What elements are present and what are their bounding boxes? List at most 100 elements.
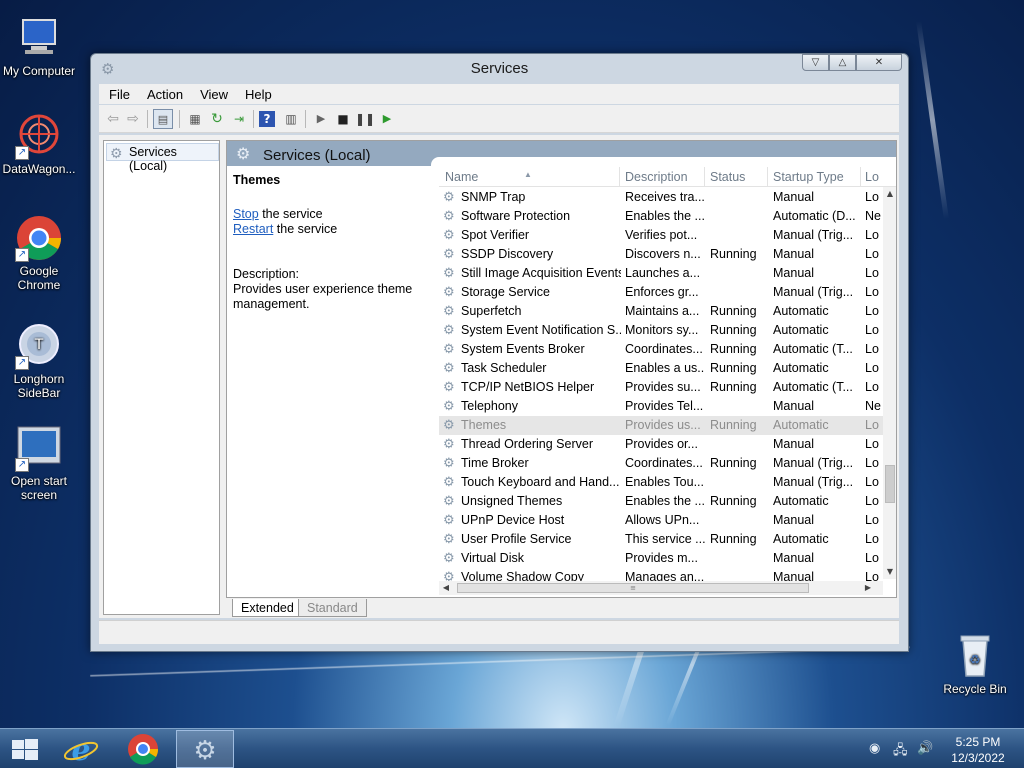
- table-row[interactable]: ⚙ System Events Broker Coordinates... Runni…: [439, 340, 883, 359]
- desktop-icon-chrome[interactable]: ↗ Google Chrome: [0, 214, 78, 292]
- minimize-button[interactable]: ▽: [802, 54, 829, 71]
- table-row[interactable]: ⚙ Task Scheduler Enables a us... Running Aut…: [439, 359, 883, 378]
- service-name-cell: User Profile Service: [461, 532, 572, 546]
- taskbar-internet-explorer[interactable]: e: [52, 730, 110, 768]
- volume-icon[interactable]: 🔊: [917, 741, 933, 756]
- service-name-cell: Still Image Acquisition Events: [461, 266, 621, 280]
- desktop-icon-open-start-screen[interactable]: ↗ Open start screen: [0, 424, 78, 502]
- svg-text:♻: ♻: [969, 653, 981, 668]
- table-row[interactable]: ⚙ SSDP Discovery Discovers n... Running Manu…: [439, 245, 883, 264]
- help-icon[interactable]: ?: [259, 111, 275, 127]
- menu-bar: File Action View Help: [99, 84, 899, 104]
- horizontal-scrollbar[interactable]: ◀ ≡ ▶: [439, 581, 883, 595]
- table-row[interactable]: ⚙ Virtual Disk Provides m... Manual Lo: [439, 549, 883, 568]
- taskbar: e ⚙ ◉ 🖧 🔊 5:25 PM 12/3/2022: [0, 728, 1024, 768]
- services-gear-icon: ⚙: [110, 145, 123, 161]
- vertical-scrollbar[interactable]: ▲ ▼: [883, 187, 896, 579]
- resume-icon[interactable]: ▶: [377, 109, 397, 129]
- show-console-tree-icon[interactable]: ▤: [153, 109, 173, 129]
- scroll-left-icon[interactable]: ◀: [439, 581, 453, 595]
- scroll-down-icon[interactable]: ▼: [883, 565, 896, 579]
- table-row[interactable]: ⚙ System Event Notification S... Monitors …: [439, 321, 883, 340]
- service-name-cell: Telephony: [461, 399, 518, 413]
- play-icon[interactable]: ▶: [311, 109, 331, 129]
- column-divider[interactable]: [767, 167, 768, 187]
- column-header-startup-type[interactable]: Startup Type: [773, 170, 844, 184]
- service-gear-icon: ⚙: [443, 455, 455, 470]
- column-header-logon[interactable]: Lo: [865, 170, 879, 184]
- maximize-button[interactable]: △: [829, 54, 856, 71]
- tree-item-services-local[interactable]: ⚙ Services (Local): [106, 143, 219, 173]
- service-gear-icon: ⚙: [443, 341, 455, 356]
- table-row[interactable]: ⚙ Touch Keyboard and Hand... Enables Tou..…: [439, 473, 883, 492]
- menu-view[interactable]: View: [200, 87, 228, 102]
- table-row[interactable]: ⚙ User Profile Service This service ... Run…: [439, 530, 883, 549]
- column-divider[interactable]: [619, 167, 620, 187]
- table-row[interactable]: ⚙ Thread Ordering Server Provides or... Man…: [439, 435, 883, 454]
- table-row[interactable]: ⚙ TCP/IP NetBIOS Helper Provides su... Runn…: [439, 378, 883, 397]
- column-divider[interactable]: [860, 167, 861, 187]
- table-row[interactable]: ⚙ Software Protection Enables the ... Autom…: [439, 207, 883, 226]
- title-bar[interactable]: ⚙ Services ▽ △ ✕: [91, 54, 908, 84]
- view-icon[interactable]: ▥: [281, 109, 301, 129]
- horizontal-scroll-thumb[interactable]: ≡: [457, 583, 809, 593]
- table-row[interactable]: ⚙ Superfetch Maintains a... Running Automati…: [439, 302, 883, 321]
- menu-help[interactable]: Help: [245, 87, 272, 102]
- action-center-icon[interactable]: ◉: [869, 741, 880, 756]
- table-row[interactable]: ⚙ Still Image Acquisition Events Launches …: [439, 264, 883, 283]
- stop-service-link[interactable]: Stop: [233, 207, 259, 221]
- column-divider[interactable]: [704, 167, 705, 187]
- column-header-name[interactable]: Name: [445, 170, 478, 184]
- svg-text:⚙: ⚙: [193, 736, 216, 766]
- service-description-cell: Provides Tel...: [625, 399, 704, 413]
- desktop-icon-my-computer[interactable]: My Computer: [0, 14, 78, 78]
- scroll-up-icon[interactable]: ▲: [883, 187, 896, 201]
- table-row[interactable]: ⚙ Telephony Provides Tel... Manual Ne: [439, 397, 883, 416]
- properties-icon[interactable]: ▦: [185, 109, 205, 129]
- table-row[interactable]: ⚙ Spot Verifier Verifies pot... Manual (Tri…: [439, 226, 883, 245]
- taskbar-chrome[interactable]: [114, 730, 172, 768]
- back-icon[interactable]: ⇦: [103, 109, 123, 129]
- menu-action[interactable]: Action: [147, 87, 183, 102]
- table-row[interactable]: ⚙ Themes Provides us... Running Automatic Lo: [439, 416, 883, 435]
- vertical-scroll-thumb[interactable]: [885, 465, 895, 503]
- network-icon[interactable]: 🖧: [893, 741, 908, 763]
- tab-standard[interactable]: Standard: [298, 599, 367, 617]
- service-gear-icon: ⚙: [443, 284, 455, 299]
- column-header-status[interactable]: Status: [710, 170, 745, 184]
- desktop-icon-longhorn-sidebar[interactable]: T ↗ Longhorn SideBar: [0, 322, 78, 400]
- toolbar-separator: [179, 110, 180, 128]
- service-startup-cell: Manual: [773, 399, 814, 413]
- forward-icon[interactable]: ⇨: [123, 109, 143, 129]
- service-gear-icon: ⚙: [443, 208, 455, 223]
- desktop-icon-recycle-bin[interactable]: ♻ Recycle Bin: [936, 632, 1014, 696]
- pause-icon[interactable]: ❚❚: [355, 109, 375, 129]
- scroll-right-icon[interactable]: ▶: [861, 581, 875, 595]
- close-button[interactable]: ✕: [856, 54, 902, 71]
- refresh-icon[interactable]: ↻: [207, 109, 227, 129]
- taskbar-services[interactable]: ⚙: [176, 730, 234, 768]
- table-row[interactable]: ⚙ Storage Service Enforces gr... Manual (Tr…: [439, 283, 883, 302]
- table-row[interactable]: ⚙ Time Broker Coordinates... Running Manual …: [439, 454, 883, 473]
- table-row[interactable]: ⚙ SNMP Trap Receives tra... Manual Lo: [439, 188, 883, 207]
- menu-file[interactable]: File: [109, 87, 130, 102]
- pane-header-curve: [431, 157, 896, 167]
- start-button[interactable]: [0, 730, 58, 768]
- stop-icon[interactable]: ■: [333, 109, 353, 129]
- description-label: Description:: [233, 267, 299, 281]
- service-logon-cell: Lo: [865, 532, 879, 546]
- tab-extended[interactable]: Extended: [232, 599, 303, 617]
- export-list-icon[interactable]: ⇥: [229, 109, 249, 129]
- service-status-cell: Running: [710, 418, 757, 432]
- table-row[interactable]: ⚙ UPnP Device Host Allows UPn... Manual Lo: [439, 511, 883, 530]
- service-startup-cell: Automatic: [773, 418, 829, 432]
- desktop-icon-datawagon[interactable]: ↗ DataWagon...: [0, 112, 78, 176]
- selected-service-name: Themes: [233, 173, 281, 187]
- restart-service-link[interactable]: Restart: [233, 222, 273, 236]
- table-row[interactable]: ⚙ Unsigned Themes Enables the ... Running Au…: [439, 492, 883, 511]
- service-logon-cell: Lo: [865, 475, 879, 489]
- column-header-description[interactable]: Description: [625, 170, 688, 184]
- taskbar-clock[interactable]: 5:25 PM 12/3/2022: [938, 734, 1018, 766]
- services-icon: ⚙: [193, 736, 216, 766]
- service-startup-cell: Automatic (D...: [773, 209, 856, 223]
